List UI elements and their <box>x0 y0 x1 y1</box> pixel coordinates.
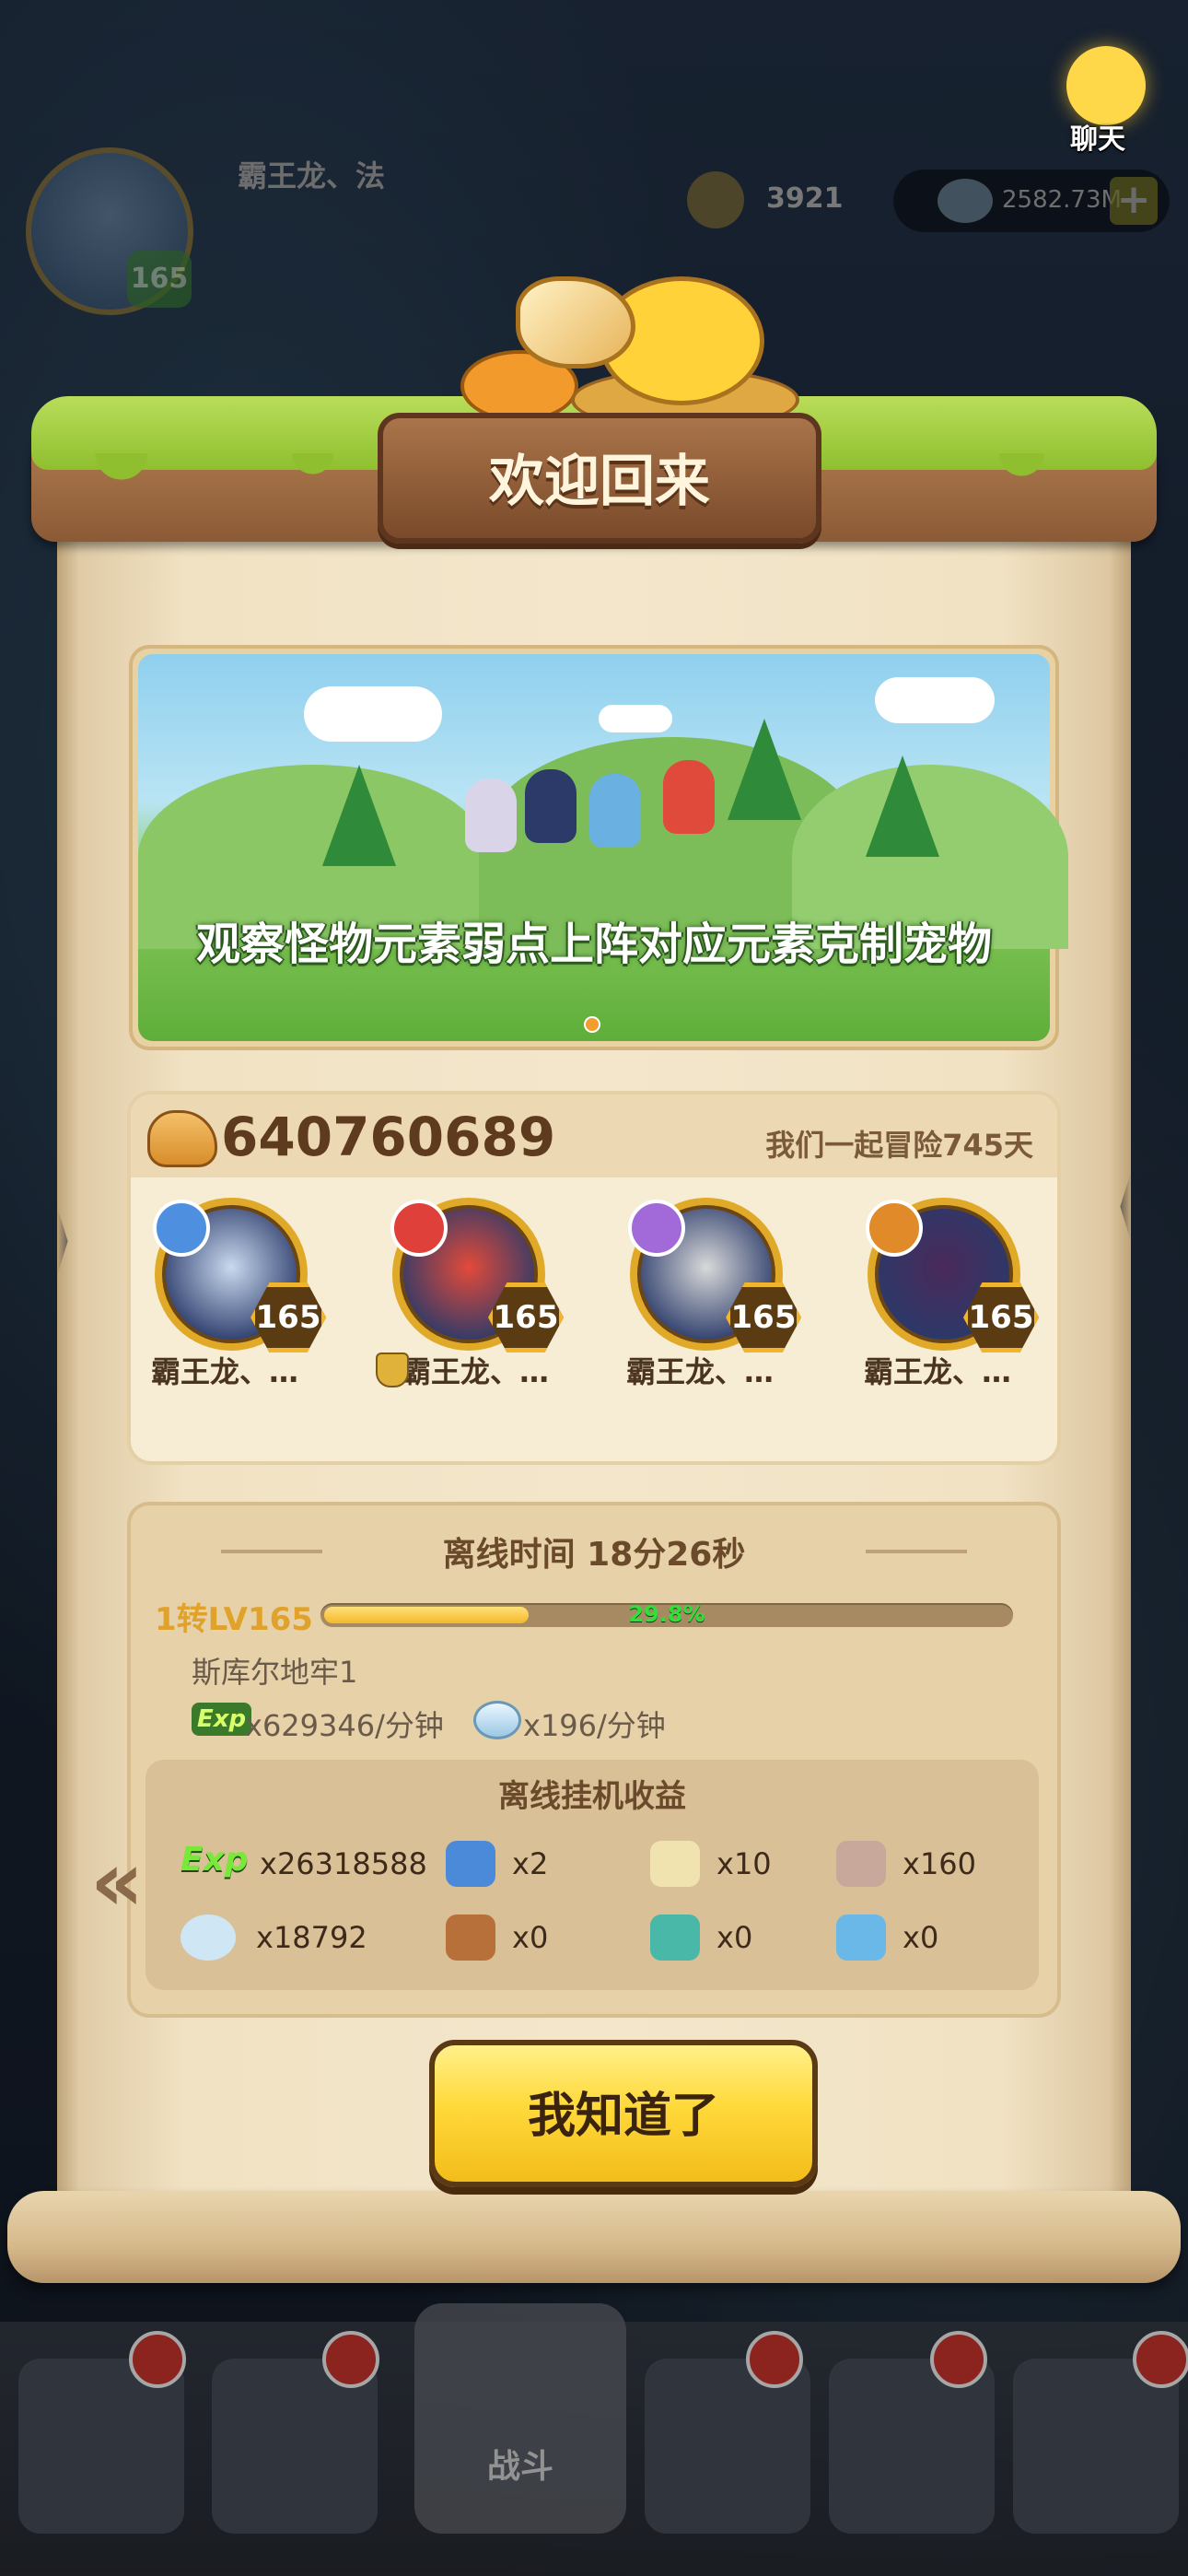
item-count: x18792 <box>256 1920 367 1955</box>
item-count: x0 <box>512 1920 549 1955</box>
pet-name: 霸王龙、… <box>402 1354 550 1389</box>
item-count: x26318588 <box>260 1846 427 1881</box>
offline-time: 离线时间 18分26秒 <box>442 1536 746 1574</box>
carousel-indicator[interactable] <box>584 1016 600 1033</box>
hero-figure <box>525 769 577 843</box>
ok-button-label[interactable]: 我知道了 <box>429 2077 818 2146</box>
hero-figure <box>589 774 641 848</box>
item-count: x0 <box>716 1920 753 1955</box>
item-count: x2 <box>512 1846 549 1881</box>
medal-icon[interactable] <box>836 1841 886 1887</box>
dungeon-name: 斯库尔地牢1 <box>192 1655 358 1690</box>
pet-name: 霸王龙、… <box>864 1354 1012 1389</box>
exp-icon: Exp <box>192 1703 252 1736</box>
gem-icon <box>473 1701 521 1739</box>
exp-icon[interactable]: Exp <box>181 1841 252 1887</box>
chat-icon[interactable] <box>1066 46 1146 125</box>
hero-figure <box>663 760 715 834</box>
tree-decoration <box>322 765 396 866</box>
shield-icon <box>376 1352 409 1388</box>
cloud-decoration <box>599 705 672 732</box>
tree-decoration <box>728 719 801 820</box>
banner-caption: 观察怪物元素弱点上阵对应元素克制宠物 <box>195 919 992 970</box>
gem-rate: x196/分钟 <box>523 1708 666 1743</box>
scroll-edge-right <box>1109 479 1131 2211</box>
meat-icon[interactable] <box>446 1914 495 1961</box>
item-count: x160 <box>903 1846 977 1881</box>
pet-element-icon <box>628 1200 685 1257</box>
chevron-left-icon[interactable]: « <box>90 1833 144 1930</box>
pet-name: 霸王龙、… <box>626 1354 775 1389</box>
blue-ticket-icon[interactable] <box>446 1841 495 1887</box>
cloud-decoration <box>875 677 995 723</box>
pet-element-icon <box>153 1200 210 1257</box>
adventure-days: 我们一起冒险745天 <box>765 1128 1033 1163</box>
item-count: x10 <box>716 1846 772 1881</box>
cloud-decoration <box>304 686 442 742</box>
candle-icon[interactable] <box>650 1841 700 1887</box>
green-crystal-icon[interactable] <box>650 1914 700 1961</box>
pet-element-icon <box>866 1200 923 1257</box>
team-power: 640760689 <box>221 1106 556 1168</box>
chat-label[interactable]: 聊天 <box>1070 116 1125 157</box>
xp-percent: 29.8% <box>628 1601 705 1627</box>
scroll-bottom-roll <box>7 2191 1181 2283</box>
pet-element-icon <box>390 1200 448 1257</box>
dialog-title: 欢迎回来 <box>489 450 710 514</box>
pet-name: 霸王龙、… <box>151 1354 299 1389</box>
item-count: x0 <box>903 1920 939 1955</box>
scroll-edge-left <box>57 479 79 2211</box>
ice-crystal-icon[interactable] <box>836 1914 886 1961</box>
rebirth-level: 1转LV165 <box>155 1601 313 1638</box>
earnings-title: 离线挂机收益 <box>498 1778 686 1815</box>
exp-rate: x629346/分钟 <box>245 1708 444 1743</box>
gem-icon[interactable] <box>181 1914 236 1961</box>
hero-figure <box>465 779 517 852</box>
tree-decoration <box>866 755 939 857</box>
